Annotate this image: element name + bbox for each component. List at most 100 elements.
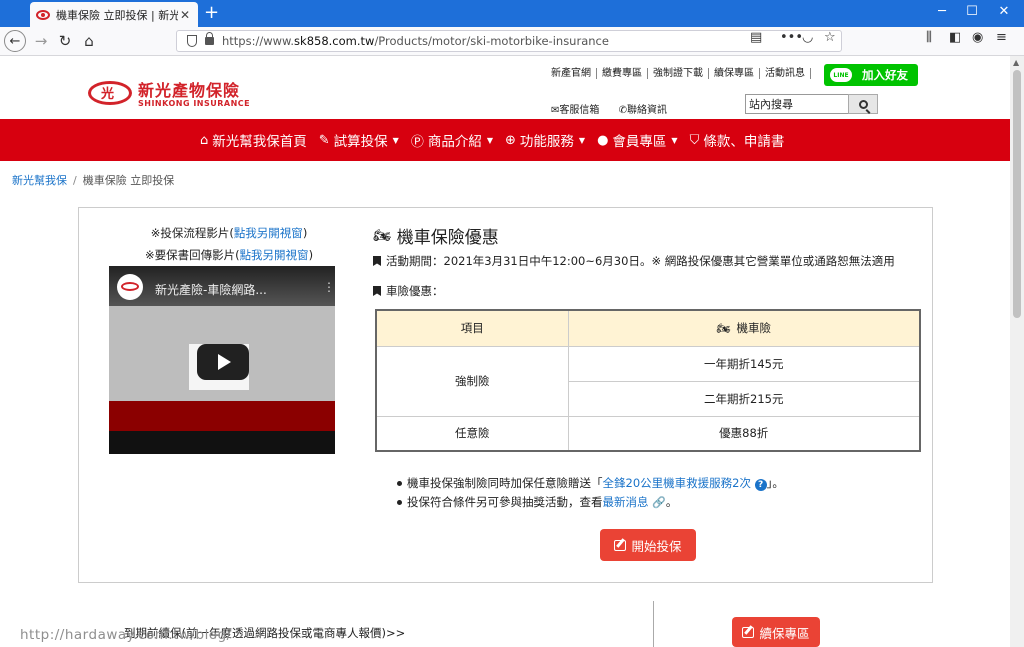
main-nav: ⌂ 新光幫我保首頁 ✎ 試算投保 ▼ Ⓟ 商品介紹 ▼ ⊕ 功能服務 ▼ ● 會員專區 ▼ ⛉ 條款… — [0, 119, 1010, 161]
divider — [653, 601, 654, 647]
promo-period: 活動期間：2021年3月31日中午12:00~6月30日。※ 網路投保優惠其它營… — [373, 253, 895, 269]
nav-terms[interactable]: ⛉ 條款、申請書 — [689, 130, 785, 151]
top-link-official-site[interactable]: 新產官網 — [551, 68, 597, 79]
logo-chinese-name: 新光產物保險 — [138, 81, 241, 100]
maximize-icon[interactable]: ☐ — [962, 4, 982, 19]
home-icon: ⌂ — [200, 132, 209, 148]
table-header-motorcycle: 🏍 機車險 — [567, 309, 921, 347]
new-tab-icon[interactable]: + — [204, 3, 219, 23]
user-icon: ● — [597, 132, 609, 148]
shield-icon: ⛉ — [689, 132, 700, 148]
top-link-events[interactable]: 活動訊息 — [760, 68, 811, 79]
start-insure-button[interactable]: 開始投保 — [600, 529, 696, 561]
top-links: 新產官網 繳費專區 強制證下載 續保專區 活動訊息 — [551, 68, 811, 79]
chevron-down-icon: ▼ — [578, 135, 586, 145]
edit-icon: ✎ — [318, 132, 330, 148]
tracking-shield-icon[interactable] — [187, 35, 197, 47]
page-actions-icon[interactable]: ••• — [780, 30, 803, 45]
top-link-certificate-download[interactable]: 強制證下載 — [648, 68, 709, 79]
browser-tabbar: 機車保險 立即投保 | 新光產險 ✕ + ─ ☐ ✕ — [0, 0, 1024, 27]
contact-links: ✉客服信箱 ✆聯絡資訊 — [551, 101, 683, 116]
line-icon: LINE — [830, 68, 852, 82]
plus-icon: ⊕ — [505, 132, 516, 148]
tab-close-icon[interactable]: ✕ — [178, 8, 192, 22]
scrollbar-thumb[interactable] — [1013, 70, 1021, 318]
chevron-down-icon: ▼ — [486, 135, 493, 145]
menu-icon[interactable]: ≡ — [996, 30, 1007, 45]
chevron-down-icon: ▼ — [392, 135, 399, 145]
lock-icon[interactable] — [205, 32, 214, 45]
site-search-input[interactable] — [745, 94, 849, 114]
url-bar[interactable]: https://www.sk858.com.tw/Products/motor/… — [176, 30, 842, 52]
nav-quote[interactable]: ✎ 試算投保 ▼ — [318, 130, 399, 151]
edit-icon — [614, 539, 627, 551]
edit-icon — [742, 626, 755, 638]
promo-title: 🏍 機車保險優惠 — [373, 227, 499, 249]
reload-icon[interactable]: ↻ — [54, 30, 76, 52]
nav-products[interactable]: Ⓟ 商品介紹 ▼ — [411, 130, 493, 150]
link-icon: 🔗 — [652, 496, 666, 509]
channel-avatar[interactable] — [117, 274, 143, 300]
rates-table: 項目 🏍 機車險 強制險 一年期折145元 二年期折215元 任意險 優惠88折 — [375, 309, 921, 452]
line-add-friend-button[interactable]: LINE 加入好友 — [824, 64, 918, 86]
web-page: 新光產物保險 SHINKONG INSURANCE 新產官網 繳費專區 強制證下… — [0, 56, 1010, 647]
table-header-item: 項目 — [375, 309, 569, 347]
site-favicon-icon — [36, 9, 50, 20]
scroll-up-icon[interactable]: ▲ — [1013, 58, 1019, 67]
optional-discount: 優惠88折 — [567, 415, 921, 452]
discount-subhead: 車險優惠： — [373, 283, 444, 299]
product-icon: Ⓟ — [410, 134, 424, 150]
service-mail-link[interactable]: ✉客服信箱 — [551, 105, 607, 116]
shinkong-logo-mark-icon — [88, 80, 132, 105]
url-text: https://www.sk858.com.tw/Products/motor/… — [222, 34, 609, 48]
renewal-button[interactable]: 續保專區 — [732, 617, 820, 647]
shinkong-logo[interactable]: 新光產物保險 SHINKONG INSURANCE — [88, 77, 250, 108]
pocket-icon[interactable]: ◡ — [802, 30, 813, 45]
line-button-label: 加入好友 — [862, 68, 908, 82]
browser-tab[interactable]: 機車保險 立即投保 | 新光產險 ✕ — [30, 2, 198, 27]
play-button-icon[interactable] — [197, 344, 249, 380]
question-icon[interactable]: ? — [754, 479, 767, 491]
forward-icon[interactable]: → — [30, 30, 52, 52]
breadcrumb-current: 機車保險 立即投保 — [82, 174, 175, 187]
rescue-service-link[interactable]: 全鋒20公里機車救援服務2次 — [603, 476, 751, 490]
watermark-text: http://hardaway.com.tw/blog/ — [20, 627, 232, 643]
top-link-payment[interactable]: 繳費專區 — [597, 68, 648, 79]
process-video-link[interactable]: 點我另開視窗 — [234, 226, 303, 240]
promo-notes: 機車投保強制險同時加保任意險贈送「全鋒20公里機車救援服務2次 ?」。 投保符合… — [397, 474, 784, 512]
bookmark-star-icon[interactable]: ☆ — [824, 30, 836, 45]
nav-members[interactable]: ● 會員專區 ▼ — [597, 130, 678, 151]
back-icon[interactable]: ← — [4, 30, 26, 52]
browser-navbar: ← → ↻ ⌂ https://www.sk858.com.tw/Product… — [0, 27, 1024, 56]
compulsory-label: 強制險 — [375, 345, 569, 417]
minimize-icon[interactable]: ─ — [932, 4, 952, 19]
motorcycle-icon: 🏍 — [716, 322, 731, 336]
account-icon[interactable]: ◉ — [972, 30, 983, 45]
more-options-icon[interactable]: ⋮ — [323, 280, 335, 294]
list-item: 機車投保強制險同時加保任意險贈送「全鋒20公里機車救援服務2次 ?」。 — [397, 474, 784, 493]
logo-english-name: SHINKONG INSURANCE — [138, 99, 251, 108]
top-link-renewal[interactable]: 續保專區 — [709, 68, 760, 79]
page-scrollbar[interactable]: ▲ — [1010, 56, 1024, 647]
window-close-icon[interactable]: ✕ — [994, 4, 1014, 19]
reader-view-icon[interactable]: ▤ — [750, 30, 762, 45]
library-icon[interactable]: ⫼ — [926, 30, 932, 45]
nav-home[interactable]: ⌂ 新光幫我保首頁 — [200, 130, 307, 151]
search-button[interactable] — [848, 94, 878, 114]
compulsory-two-year: 二年期折215元 — [567, 380, 921, 417]
breadcrumb-home-link[interactable]: 新光幫我保 — [12, 174, 67, 187]
tab-title: 機車保險 立即投保 | 新光產險 — [56, 8, 178, 22]
latest-news-link[interactable]: 最新消息 — [603, 495, 649, 509]
search-icon — [858, 99, 868, 109]
chevron-down-icon: ▼ — [671, 135, 678, 145]
video-title[interactable]: 新光產險-車險網路... — [155, 281, 267, 298]
youtube-video-embed[interactable]: 新光產險-車險網路... ⋮ — [109, 266, 335, 454]
home-icon[interactable]: ⌂ — [78, 30, 100, 52]
upload-video-link[interactable]: 點我另開視窗 — [240, 248, 309, 262]
nav-services[interactable]: ⊕ 功能服務 ▼ — [505, 130, 586, 151]
contact-info-link[interactable]: ✆聯絡資訊 — [619, 105, 675, 116]
breadcrumb: 新光幫我保 / 機車保險 立即投保 — [12, 174, 175, 187]
list-item: 投保符合條件另可參與抽獎活動，查看最新消息 🔗。 — [397, 493, 784, 512]
bookmark-icon — [373, 256, 381, 266]
sidebar-icon[interactable]: ◧ — [949, 30, 961, 45]
